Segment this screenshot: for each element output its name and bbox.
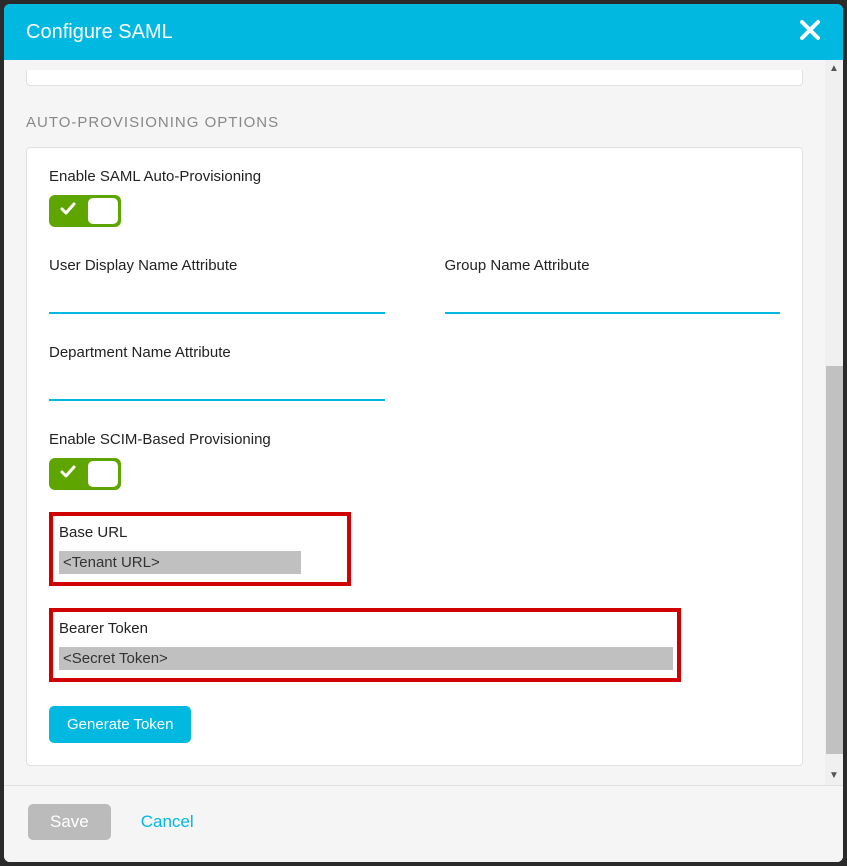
base-url-label: Base URL bbox=[59, 524, 341, 541]
modal-body: AUTO-PROVISIONING OPTIONS Enable SAML Au… bbox=[4, 60, 825, 785]
previous-section-edge bbox=[26, 70, 803, 86]
department-col: Department Name Attribute bbox=[49, 344, 385, 401]
bearer-token-highlight: Bearer Token bbox=[49, 608, 681, 682]
enable-saml-toggle[interactable] bbox=[49, 195, 121, 227]
check-icon bbox=[59, 200, 77, 223]
configure-saml-modal: Configure SAML AUTO-PROVISIONING OPTIONS… bbox=[4, 4, 843, 862]
scroll-down-icon[interactable]: ▼ bbox=[825, 767, 843, 785]
department-input[interactable] bbox=[49, 371, 385, 401]
enable-scim-label: Enable SCIM-Based Provisioning bbox=[49, 431, 780, 448]
scim-section: Enable SCIM-Based Provisioning bbox=[49, 431, 780, 490]
section-heading: AUTO-PROVISIONING OPTIONS bbox=[26, 114, 803, 131]
toggle-knob bbox=[88, 198, 118, 224]
attribute-row-2: Department Name Attribute bbox=[49, 344, 780, 401]
close-icon[interactable] bbox=[799, 18, 821, 46]
generate-token-button[interactable]: Generate Token bbox=[49, 706, 191, 743]
base-url-highlight: Base URL bbox=[49, 512, 351, 586]
bearer-token-field[interactable] bbox=[59, 647, 673, 670]
scrollbar[interactable]: ▲ ▼ bbox=[825, 60, 843, 785]
user-display-col: User Display Name Attribute bbox=[49, 257, 385, 314]
attribute-row: User Display Name Attribute Group Name A… bbox=[49, 257, 780, 314]
modal-footer: Save Cancel bbox=[4, 785, 843, 862]
cancel-button[interactable]: Cancel bbox=[141, 812, 194, 832]
base-url-field[interactable] bbox=[59, 551, 301, 574]
user-display-input[interactable] bbox=[49, 284, 385, 314]
modal-header: Configure SAML bbox=[4, 4, 843, 60]
bearer-token-label: Bearer Token bbox=[59, 620, 671, 637]
group-name-label: Group Name Attribute bbox=[445, 257, 781, 274]
scroll-thumb[interactable] bbox=[826, 366, 843, 754]
enable-scim-toggle[interactable] bbox=[49, 458, 121, 490]
toggle-knob bbox=[88, 461, 118, 487]
modal-body-wrap: AUTO-PROVISIONING OPTIONS Enable SAML Au… bbox=[4, 60, 843, 785]
auto-provisioning-card: Enable SAML Auto-Provisioning User Displ… bbox=[26, 147, 803, 766]
user-display-label: User Display Name Attribute bbox=[49, 257, 385, 274]
save-button[interactable]: Save bbox=[28, 804, 111, 840]
enable-saml-label: Enable SAML Auto-Provisioning bbox=[49, 168, 780, 185]
group-name-col: Group Name Attribute bbox=[445, 257, 781, 314]
empty-col bbox=[445, 344, 781, 401]
modal-title: Configure SAML bbox=[26, 21, 173, 44]
department-label: Department Name Attribute bbox=[49, 344, 385, 361]
group-name-input[interactable] bbox=[445, 284, 781, 314]
scroll-up-icon[interactable]: ▲ bbox=[825, 60, 843, 78]
check-icon bbox=[59, 463, 77, 486]
